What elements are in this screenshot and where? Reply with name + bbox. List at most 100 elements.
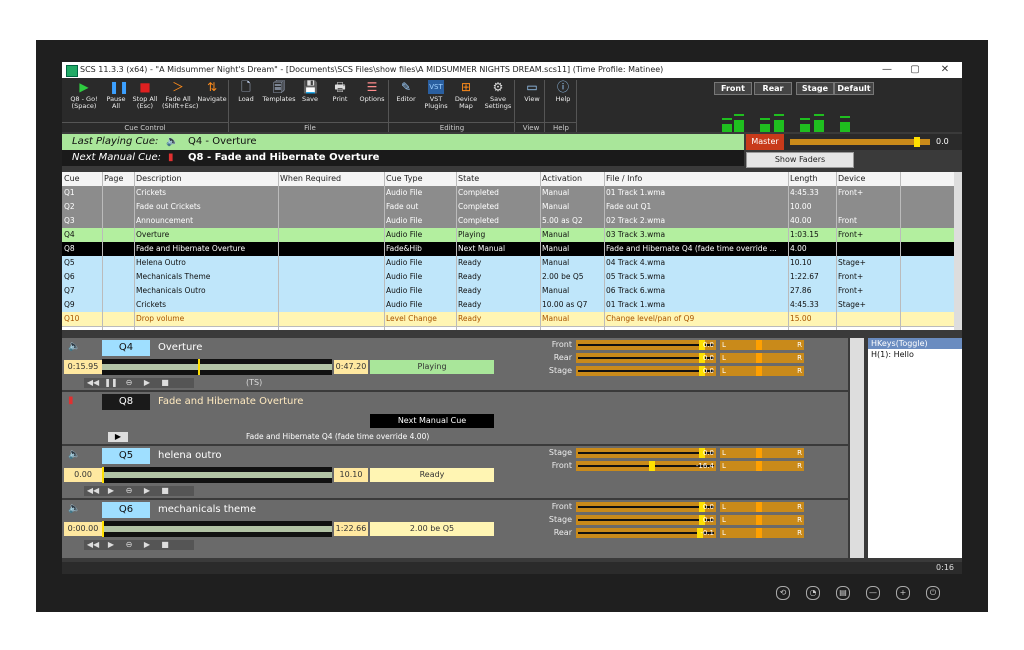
- monitor-brightness-icon[interactable]: ◔: [806, 586, 820, 600]
- templates-button[interactable]: 🗐 Templates: [262, 80, 296, 103]
- editor-button[interactable]: ✎ Editor: [392, 80, 420, 103]
- playhead[interactable]: [102, 521, 104, 537]
- column-header-when-required[interactable]: When Required: [280, 172, 341, 186]
- title-bar: SCS 11.3.3 (x64) - "A Midsummer Night's …: [62, 62, 962, 78]
- fade-button[interactable]: ＞ Fade All (Shift+Esc): [162, 80, 198, 110]
- transport-button[interactable]: ▶: [138, 486, 156, 496]
- options-button[interactable]: ☰ Options: [356, 80, 388, 103]
- pan-knob[interactable]: [756, 528, 762, 538]
- cue-row-q7[interactable]: Q7 Mechanicals Outro Audio File Ready Manual…: [62, 284, 954, 299]
- column-header-file-info[interactable]: File / Info: [606, 172, 642, 186]
- pan-knob[interactable]: [756, 366, 762, 376]
- cue-row-q8[interactable]: Q8 Fade and Hibernate Overture Fade&Hib Nex…: [62, 242, 954, 257]
- play-button[interactable]: ▶ Q8 - Go! (Space): [64, 80, 104, 110]
- pan-knob[interactable]: [756, 502, 762, 512]
- cell-desc: Fade and Hibernate Overture: [136, 244, 246, 253]
- close-button[interactable]: ✕: [934, 62, 956, 78]
- pan-control[interactable]: LR: [720, 528, 804, 538]
- monitor-minus-icon[interactable]: —: [866, 586, 880, 600]
- cue-row-q1[interactable]: Q1 Crickets Audio File Completed Manual 01 Tr…: [62, 186, 954, 201]
- transport-button[interactable]: ■: [156, 378, 174, 388]
- fader-knob[interactable]: [649, 461, 655, 471]
- pan-control[interactable]: LR: [720, 448, 804, 458]
- minimize-button[interactable]: —: [876, 62, 898, 78]
- speaker-front-label[interactable]: Front: [714, 82, 752, 95]
- column-header-cue[interactable]: Cue: [64, 172, 80, 186]
- device-map-button[interactable]: ⊞ Device Map: [452, 80, 480, 110]
- column-header-page[interactable]: Page: [104, 172, 123, 186]
- playhead[interactable]: [102, 467, 104, 483]
- pan-control[interactable]: LR: [720, 461, 804, 471]
- cue-row-q4[interactable]: Q4 Overture Audio File Playing Manual 03 Trac…: [62, 228, 954, 243]
- transport-button[interactable]: ⊖: [120, 486, 138, 496]
- hotkey-item[interactable]: H(1): Hello: [868, 349, 962, 360]
- pan-knob[interactable]: [756, 340, 762, 350]
- column-header-cue-type[interactable]: Cue Type: [386, 172, 423, 186]
- monitor-refresh-icon[interactable]: ⟲: [776, 586, 790, 600]
- column-header-activation[interactable]: Activation: [542, 172, 582, 186]
- transport-button[interactable]: ■: [156, 540, 174, 550]
- help-button[interactable]: ⓘ Help: [548, 80, 578, 103]
- grid-scrollbar[interactable]: [954, 172, 962, 330]
- hotkeys-title[interactable]: HKeys(Toggle): [868, 338, 962, 349]
- pan-right-label: R: [797, 449, 802, 457]
- cue-row-q5[interactable]: Q5 Helena Outro Audio File Ready Manual 04 Tr…: [62, 256, 954, 271]
- waveform[interactable]: [102, 467, 332, 483]
- pan-knob[interactable]: [756, 448, 762, 458]
- monitor-power-icon[interactable]: ⏻: [926, 586, 940, 600]
- pan-control[interactable]: LR: [720, 353, 804, 363]
- pan-knob[interactable]: [756, 461, 762, 471]
- cue-row-q6[interactable]: Q6 Mechanicals Theme Audio File Ready 2.00 b…: [62, 270, 954, 285]
- cue-row-q2[interactable]: Q2 Fade out Crickets Fade out Completed Manu…: [62, 200, 954, 215]
- monitor-plus-icon[interactable]: +: [896, 586, 910, 600]
- hotkeys-scrollbar[interactable]: [850, 338, 864, 558]
- transport-button[interactable]: ▶: [138, 540, 156, 550]
- pan-knob[interactable]: [756, 353, 762, 363]
- speaker-rear-label[interactable]: Rear: [754, 82, 792, 95]
- transport-button[interactable]: ◀◀: [84, 378, 102, 388]
- save-button[interactable]: 💾 Save: [296, 80, 324, 103]
- transport-button[interactable]: ▶: [138, 378, 156, 388]
- transport-button[interactable]: ◀◀: [84, 486, 102, 496]
- load-button[interactable]: 🗋 Load: [232, 80, 260, 103]
- transport-button[interactable]: ▶: [102, 540, 120, 550]
- column-header-device[interactable]: Device: [838, 172, 865, 186]
- speaker-default-label[interactable]: Default: [834, 82, 874, 95]
- print-button[interactable]: 🖶 Print: [326, 80, 354, 103]
- play-button[interactable]: ▶: [108, 432, 128, 442]
- pan-knob[interactable]: [756, 515, 762, 525]
- navigate-button[interactable]: ⇅ Navigate: [194, 80, 230, 103]
- transport-button[interactable]: ▶: [102, 486, 120, 496]
- pan-control[interactable]: LR: [720, 340, 804, 350]
- column-header-description[interactable]: Description: [136, 172, 182, 186]
- pan-control[interactable]: LR: [720, 366, 804, 376]
- transport-button[interactable]: ⊖: [120, 540, 138, 550]
- master-fader-knob[interactable]: [914, 137, 920, 147]
- show-faders-button[interactable]: Show Faders: [746, 152, 854, 168]
- maximize-button[interactable]: ▢: [904, 62, 926, 78]
- monitor-menu-icon[interactable]: ▤: [836, 586, 850, 600]
- transport-button[interactable]: ❚❚: [102, 378, 120, 388]
- column-header-length[interactable]: Length: [790, 172, 818, 186]
- playhead[interactable]: [198, 359, 200, 375]
- cue-row-q10[interactable]: Q10 Drop volume Level Change Ready Manual Cha…: [62, 312, 954, 327]
- master-fader[interactable]: [790, 137, 930, 147]
- transport-button[interactable]: ■: [156, 486, 174, 496]
- waveform[interactable]: [102, 359, 332, 375]
- cue-row-q3[interactable]: Q3 Announcement Audio File Completed 5.00 as…: [62, 214, 954, 229]
- pan-control[interactable]: LR: [720, 502, 804, 512]
- vst-button[interactable]: VST VST Plugins: [422, 80, 450, 110]
- transport-button[interactable]: ◀◀: [84, 540, 102, 550]
- column-header-state[interactable]: State: [458, 172, 479, 186]
- pause-button[interactable]: ❚❚ Pause All: [104, 80, 129, 110]
- save-settings-button[interactable]: ⚙ Save Settings: [482, 80, 514, 110]
- cue-row-q9[interactable]: Q9 Crickets Audio File Ready 10.00 as Q7 01 T…: [62, 298, 954, 313]
- transport-button[interactable]: ⊖: [120, 378, 138, 388]
- view-button[interactable]: ▭ View: [518, 80, 546, 103]
- toolbar-button-label: Save: [302, 95, 318, 103]
- speaker-stage-label[interactable]: Stage: [796, 82, 834, 95]
- pan-control[interactable]: LR: [720, 515, 804, 525]
- waveform-fill: [102, 364, 332, 370]
- waveform[interactable]: [102, 521, 332, 537]
- stop-button[interactable]: ■ Stop All (Esc): [128, 80, 162, 110]
